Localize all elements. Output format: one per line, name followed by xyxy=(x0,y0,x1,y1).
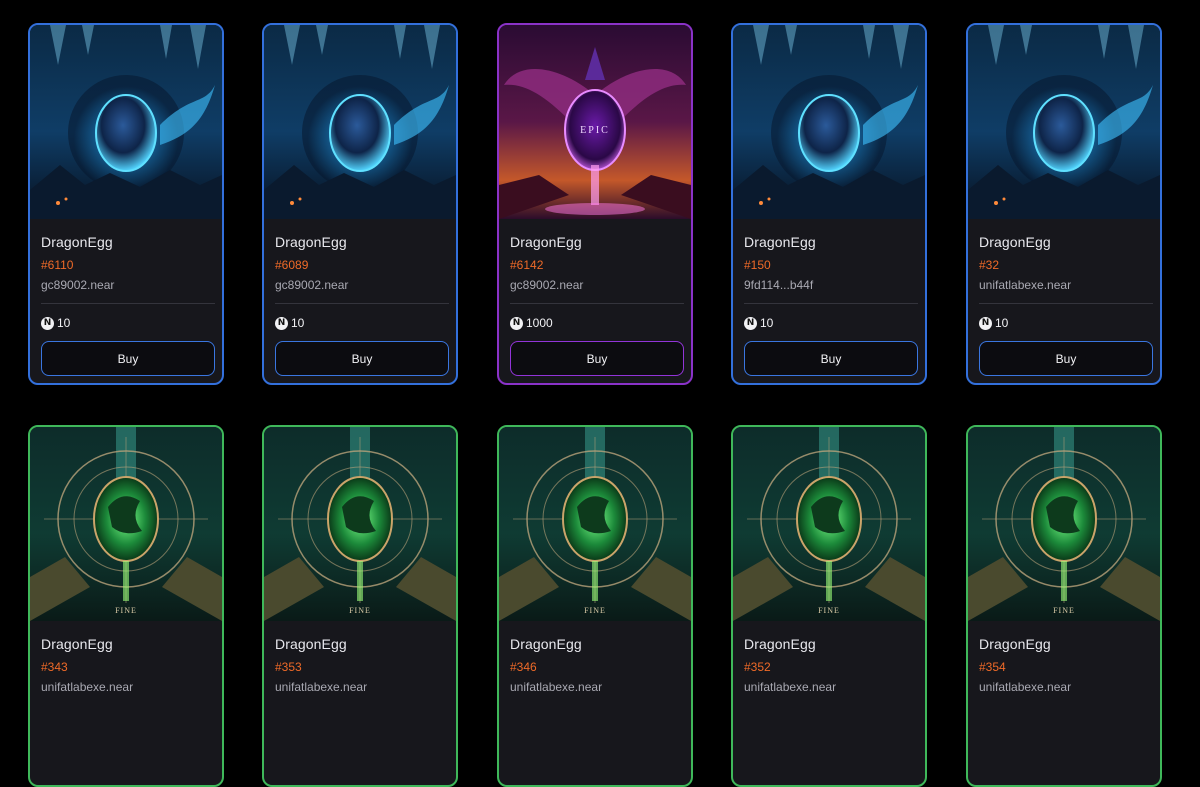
near-logo-icon: N xyxy=(744,316,757,330)
divider xyxy=(275,303,449,304)
nft-card[interactable]: FINE DragonEgg #346 unifatlabexe.near xyxy=(497,425,693,787)
token-id[interactable]: #346 xyxy=(510,660,537,674)
nft-card[interactable]: FINE DragonEgg #352 unifatlabexe.near xyxy=(731,425,927,787)
token-id[interactable]: #343 xyxy=(41,660,68,674)
svg-text:FINE: FINE xyxy=(818,606,840,615)
price: N 10 xyxy=(979,316,1008,330)
nft-artwork: FINE xyxy=(968,427,1160,621)
divider xyxy=(510,303,684,304)
token-id[interactable]: #6142 xyxy=(510,258,543,272)
nft-card[interactable]: DragonEgg #6110 gc89002.near N 10 Buy xyxy=(28,23,224,385)
nft-image[interactable]: EPIC xyxy=(499,25,691,219)
near-logo-icon: N xyxy=(275,316,288,330)
owner-name[interactable]: gc89002.near xyxy=(275,278,348,292)
price-value: 10 xyxy=(291,316,305,330)
nft-artwork xyxy=(264,25,456,219)
token-id[interactable]: #353 xyxy=(275,660,302,674)
price: N 10 xyxy=(744,316,773,330)
nft-card[interactable]: FINE DragonEgg #353 unifatlabexe.near xyxy=(262,425,458,787)
price: N 10 xyxy=(275,316,304,330)
svg-text:FINE: FINE xyxy=(115,606,137,615)
buy-button[interactable]: Buy xyxy=(275,341,449,376)
nft-grid: DragonEgg #6110 gc89002.near N 10 Buy Dr… xyxy=(0,0,1200,787)
collection-name: DragonEgg xyxy=(275,636,347,652)
svg-text:FINE: FINE xyxy=(1053,606,1075,615)
token-id[interactable]: #354 xyxy=(979,660,1006,674)
nft-card[interactable]: DragonEgg #32 unifatlabexe.near N 10 Buy xyxy=(966,23,1162,385)
price: N 1000 xyxy=(510,316,553,330)
price-value: 10 xyxy=(995,316,1009,330)
price: N 10 xyxy=(41,316,70,330)
token-id[interactable]: #32 xyxy=(979,258,999,272)
collection-name: DragonEgg xyxy=(510,636,582,652)
nft-card[interactable]: DragonEgg #150 9fd114...b44f N 10 Buy xyxy=(731,23,927,385)
near-logo-icon: N xyxy=(510,316,523,330)
nft-artwork xyxy=(733,25,925,219)
svg-text:EPIC: EPIC xyxy=(580,125,610,136)
owner-name[interactable]: unifatlabexe.near xyxy=(979,680,1071,694)
buy-button[interactable]: Buy xyxy=(510,341,684,376)
collection-name: DragonEgg xyxy=(744,636,816,652)
token-id[interactable]: #6089 xyxy=(275,258,308,272)
price-value: 10 xyxy=(57,316,71,330)
nft-image[interactable] xyxy=(968,25,1160,219)
token-id[interactable]: #150 xyxy=(744,258,771,272)
token-id[interactable]: #352 xyxy=(744,660,771,674)
divider xyxy=(744,303,918,304)
nft-artwork: FINE xyxy=(733,427,925,621)
collection-name: DragonEgg xyxy=(510,234,582,250)
nft-artwork: FINE xyxy=(499,427,691,621)
owner-name[interactable]: unifatlabexe.near xyxy=(510,680,602,694)
nft-image[interactable]: FINE xyxy=(264,427,456,621)
buy-button[interactable]: Buy xyxy=(744,341,918,376)
price-value: 10 xyxy=(760,316,774,330)
owner-name[interactable]: gc89002.near xyxy=(41,278,114,292)
owner-name[interactable]: unifatlabexe.near xyxy=(41,680,133,694)
price-value: 1000 xyxy=(526,316,553,330)
owner-name[interactable]: 9fd114...b44f xyxy=(744,278,813,292)
nft-image[interactable]: FINE xyxy=(733,427,925,621)
nft-image[interactable]: FINE xyxy=(499,427,691,621)
buy-button[interactable]: Buy xyxy=(979,341,1153,376)
collection-name: DragonEgg xyxy=(41,636,113,652)
svg-text:FINE: FINE xyxy=(584,606,606,615)
nft-card[interactable]: EPIC DragonEgg #6142 gc89002.near N 1000… xyxy=(497,23,693,385)
nft-artwork: FINE xyxy=(264,427,456,621)
collection-name: DragonEgg xyxy=(41,234,113,250)
token-id[interactable]: #6110 xyxy=(41,258,73,272)
nft-card[interactable]: FINE DragonEgg #343 unifatlabexe.near xyxy=(28,425,224,787)
nft-image[interactable] xyxy=(264,25,456,219)
nft-artwork: EPIC xyxy=(499,25,691,219)
nft-image[interactable]: FINE xyxy=(30,427,222,621)
nft-image[interactable] xyxy=(733,25,925,219)
divider xyxy=(979,303,1153,304)
near-logo-icon: N xyxy=(979,316,992,330)
divider xyxy=(41,303,215,304)
svg-text:FINE: FINE xyxy=(349,606,371,615)
owner-name[interactable]: gc89002.near xyxy=(510,278,583,292)
owner-name[interactable]: unifatlabexe.near xyxy=(275,680,367,694)
buy-button[interactable]: Buy xyxy=(41,341,215,376)
collection-name: DragonEgg xyxy=(744,234,816,250)
nft-image[interactable]: FINE xyxy=(968,427,1160,621)
nft-card[interactable]: FINE DragonEgg #354 unifatlabexe.near xyxy=(966,425,1162,787)
nft-artwork xyxy=(968,25,1160,219)
collection-name: DragonEgg xyxy=(275,234,347,250)
collection-name: DragonEgg xyxy=(979,636,1051,652)
nft-card[interactable]: DragonEgg #6089 gc89002.near N 10 Buy xyxy=(262,23,458,385)
near-logo-icon: N xyxy=(41,316,54,330)
nft-artwork xyxy=(30,25,222,219)
nft-artwork: FINE xyxy=(30,427,222,621)
nft-image[interactable] xyxy=(30,25,222,219)
owner-name[interactable]: unifatlabexe.near xyxy=(744,680,836,694)
owner-name[interactable]: unifatlabexe.near xyxy=(979,278,1071,292)
collection-name: DragonEgg xyxy=(979,234,1051,250)
